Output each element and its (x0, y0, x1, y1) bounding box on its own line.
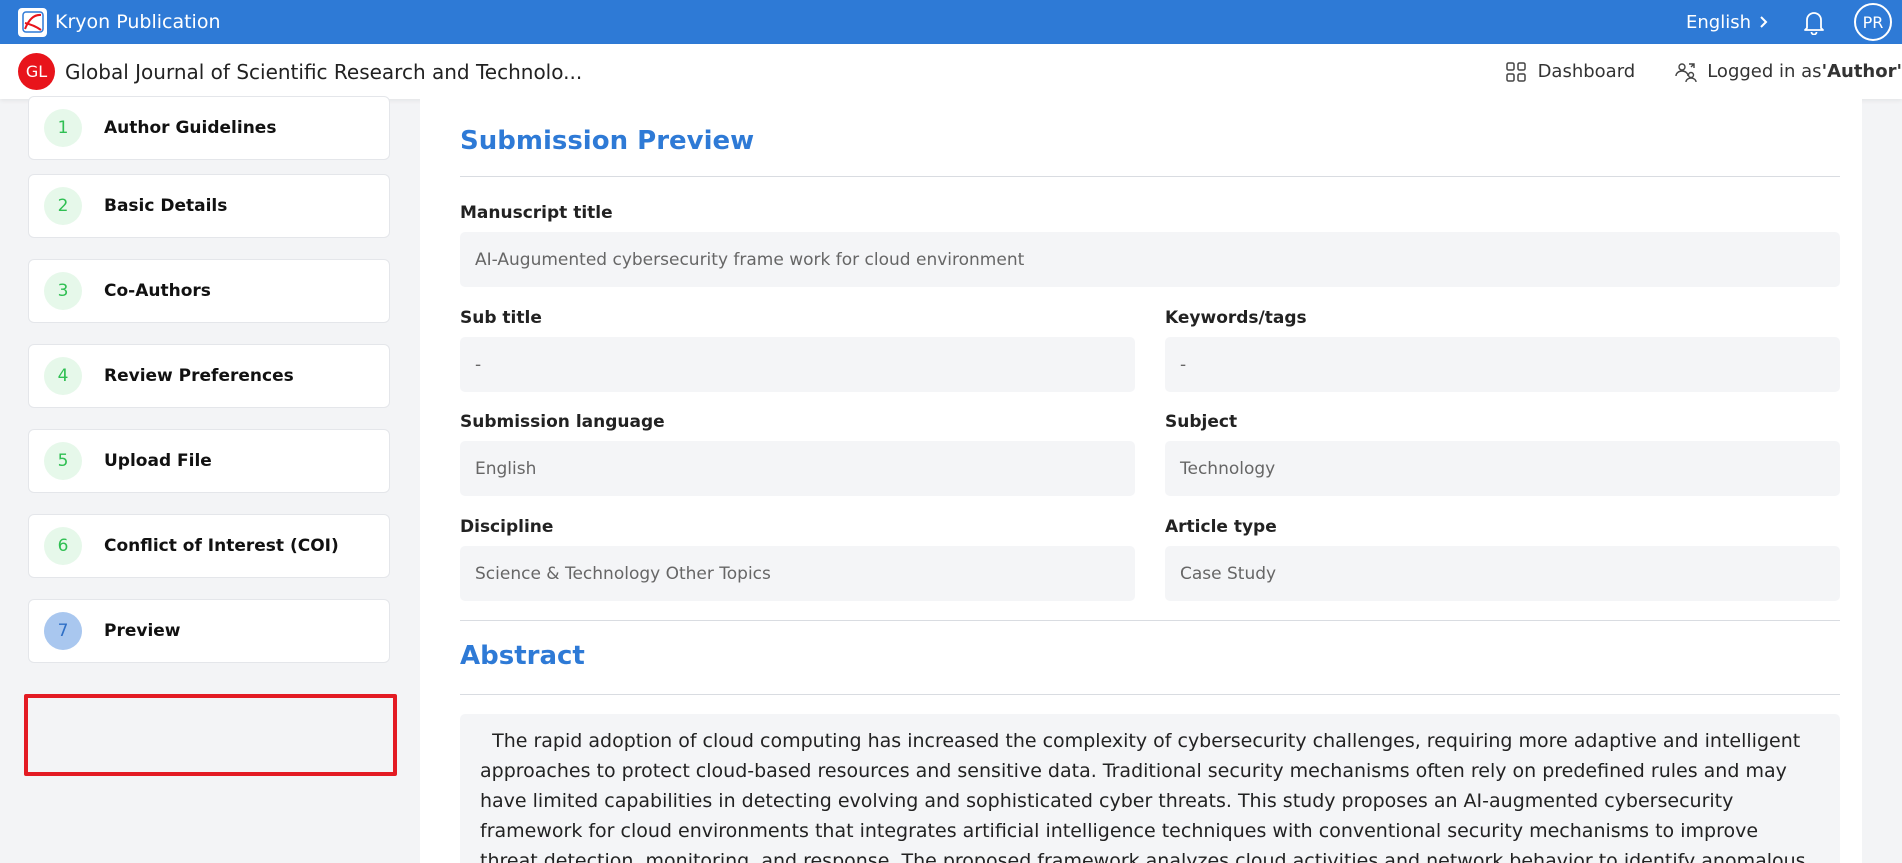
step-preview[interactable]: 7 Preview (28, 599, 390, 663)
step-number: 2 (44, 187, 82, 225)
subtitle-label: Sub title (460, 308, 542, 328)
switch-user-icon (1675, 62, 1697, 82)
step-label: Author Guidelines (104, 118, 277, 138)
divider (460, 694, 1840, 695)
discipline-label: Discipline (460, 517, 554, 537)
manuscript-title-label: Manuscript title (460, 203, 613, 223)
step-conflict-of-interest[interactable]: 6 Conflict of Interest (COI) (28, 514, 390, 578)
logged-in-prefix: Logged in as (1707, 61, 1822, 82)
step-review-preferences[interactable]: 4 Review Preferences (28, 344, 390, 408)
journal-logo: GL (18, 53, 55, 90)
submission-language-label: Submission language (460, 412, 665, 432)
subject-label: Subject (1165, 412, 1238, 432)
brand[interactable]: Kryon Publication (18, 7, 221, 37)
step-basic-details[interactable]: 2 Basic Details (28, 174, 390, 238)
keywords-field: - (1165, 337, 1840, 392)
step-label: Preview (104, 621, 181, 641)
step-number: 7 (44, 612, 82, 650)
language-label: English (1686, 11, 1751, 33)
step-author-guidelines[interactable]: 1 Author Guidelines (28, 96, 390, 160)
dashboard-label: Dashboard (1537, 61, 1636, 82)
step-upload-file[interactable]: 5 Upload File (28, 429, 390, 493)
divider (460, 176, 1840, 177)
divider (460, 620, 1840, 621)
article-type-label: Article type (1165, 517, 1277, 537)
step-number: 6 (44, 527, 82, 565)
step-number: 3 (44, 272, 82, 310)
article-type-field: Case Study (1165, 546, 1840, 601)
grid-icon (1505, 61, 1526, 82)
notification-bell-icon[interactable] (1802, 9, 1826, 35)
subject-field: Technology (1165, 441, 1840, 496)
step-number: 5 (44, 442, 82, 480)
discipline-field: Science & Technology Other Topics (460, 546, 1135, 601)
dashboard-link[interactable]: Dashboard (1505, 61, 1636, 82)
journal-title[interactable]: Global Journal of Scientific Research an… (65, 60, 582, 84)
keywords-label: Keywords/tags (1165, 308, 1307, 328)
top-bar: Kryon Publication English PR (0, 0, 1902, 44)
step-label: Conflict of Interest (COI) (104, 536, 339, 556)
abstract-text: The rapid adoption of cloud computing ha… (460, 714, 1840, 863)
step-label: Co-Authors (104, 281, 211, 301)
step-number: 4 (44, 357, 82, 395)
submission-language-field: English (460, 441, 1135, 496)
abstract-title: Abstract (460, 641, 585, 671)
step-label: Upload File (104, 451, 212, 471)
manuscript-title-field: AI-Augumented cybersecurity frame work f… (460, 232, 1840, 287)
chevron-right-icon (1760, 16, 1768, 28)
steps-sidebar: 1 Author Guidelines 2 Basic Details 3 Co… (0, 96, 420, 863)
step-number: 1 (44, 109, 82, 147)
submission-preview-title: Submission Preview (460, 126, 755, 156)
submission-preview-panel: Submission Preview Manuscript title AI-A… (420, 99, 1862, 863)
brand-logo-icon (18, 7, 47, 37)
journal-header: GL Global Journal of Scientific Research… (0, 44, 1902, 99)
step-label: Basic Details (104, 196, 228, 216)
logged-in-role-name: 'Author' (1821, 61, 1902, 82)
subtitle-field: - (460, 337, 1135, 392)
step-label: Review Preferences (104, 366, 294, 386)
logged-in-role[interactable]: Logged in as 'Author' (1675, 61, 1902, 83)
active-step-highlight (24, 694, 397, 776)
brand-name: Kryon Publication (55, 11, 221, 33)
language-selector[interactable]: English (1686, 12, 1768, 33)
user-avatar[interactable]: PR (1854, 3, 1892, 41)
step-co-authors[interactable]: 3 Co-Authors (28, 259, 390, 323)
